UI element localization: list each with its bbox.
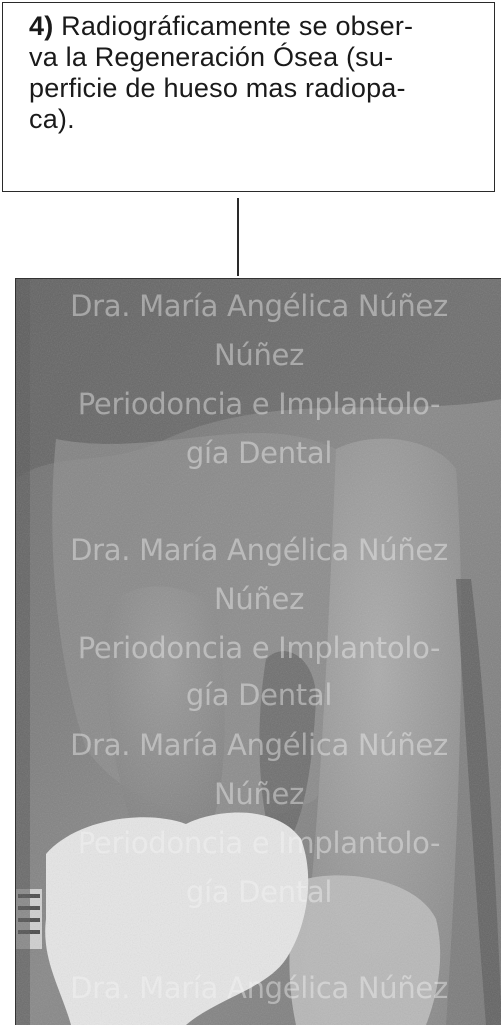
watermark-name-3: Dra. María Angélica Núñez xyxy=(70,728,448,762)
watermark-name-4: Dra. María Angélica Núñez xyxy=(70,971,448,1005)
watermark-dental-2: gía Dental xyxy=(185,678,333,712)
watermark-surname-1: Núñez xyxy=(213,338,305,372)
caption-line-4: ca). xyxy=(29,104,75,134)
radiograph-image: Dra. María Angélica Núñez Núñez Periodon… xyxy=(15,278,501,1025)
caption-step-number: 4) xyxy=(29,11,54,41)
caption-text: 4) Radiográficamente se obser- va la Reg… xyxy=(29,11,471,135)
caption-line-1: Radiográficamente se obser- xyxy=(61,11,414,41)
watermark-specialty-3: Periodoncia e Implantolo- xyxy=(77,826,441,860)
watermark-name-1: Dra. María Angélica Núñez xyxy=(70,289,448,323)
watermark-dental-1: gía Dental xyxy=(185,436,333,470)
caption-line-3: perficie de hueso mas radiopa- xyxy=(29,73,406,103)
connector-line xyxy=(237,198,239,276)
watermark-name-2: Dra. María Angélica Núñez xyxy=(70,533,448,567)
watermark-specialty-1: Periodoncia e Implantolo- xyxy=(77,387,441,421)
caption-line-2: va la Regeneración Ósea (su- xyxy=(29,42,394,72)
caption-box: 4) Radiográficamente se obser- va la Reg… xyxy=(2,2,495,192)
watermark-surname-2: Núñez xyxy=(213,582,305,616)
watermark-specialty-2: Periodoncia e Implantolo- xyxy=(77,631,441,665)
watermark-surname-3: Núñez xyxy=(213,777,305,811)
watermark-dental-3: gía Dental xyxy=(185,875,333,909)
